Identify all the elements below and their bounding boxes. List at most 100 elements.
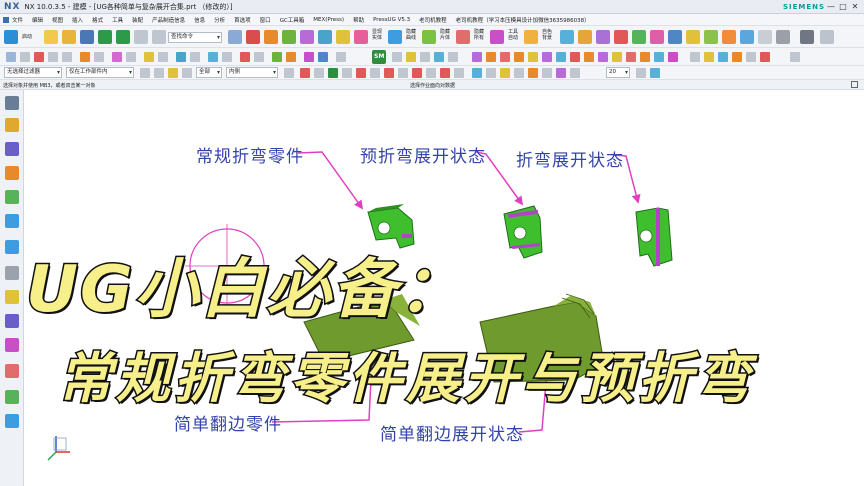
roles-icon[interactable] <box>5 314 19 328</box>
view-13-icon[interactable] <box>640 52 650 62</box>
assembly-navigator-icon[interactable] <box>5 142 19 156</box>
view-12-icon[interactable] <box>626 52 636 62</box>
tool-2-icon[interactable] <box>578 30 592 44</box>
close-button[interactable]: ✕ <box>850 2 860 12</box>
view-11-icon[interactable] <box>612 52 622 62</box>
menu-analysis[interactable]: 分析 <box>214 16 225 24</box>
curve-12-icon[interactable] <box>318 52 328 62</box>
menu-edit[interactable]: 编辑 <box>32 16 43 24</box>
show-solid-label[interactable]: 显现实体 <box>370 29 384 41</box>
menu-information[interactable]: 信息 <box>194 16 205 24</box>
curve-4-icon[interactable] <box>190 52 200 62</box>
view-22-icon[interactable] <box>790 52 800 62</box>
line-icon[interactable] <box>20 52 30 62</box>
sm-4-icon[interactable] <box>434 52 444 62</box>
snap-5-icon[interactable] <box>342 68 352 78</box>
filter-2-icon[interactable] <box>154 68 164 78</box>
tool-1-icon[interactable] <box>560 30 574 44</box>
render-7-icon[interactable] <box>556 68 566 78</box>
view-17-icon[interactable] <box>704 52 714 62</box>
layout-icon[interactable] <box>800 30 814 44</box>
sm-2-icon[interactable] <box>406 52 416 62</box>
hide-sheet-icon[interactable] <box>422 30 436 44</box>
window-icon[interactable] <box>820 30 834 44</box>
view-19-icon[interactable] <box>732 52 742 62</box>
assembly-filter-dropdown[interactable]: 全部 <box>196 67 222 78</box>
view-3-icon[interactable] <box>500 52 510 62</box>
tool-auto-label[interactable]: 工具自动 <box>506 29 520 41</box>
curve-1-icon[interactable] <box>144 52 154 62</box>
web-browser-icon[interactable] <box>5 214 19 228</box>
render-6-icon[interactable] <box>542 68 552 78</box>
show-solid-icon[interactable] <box>354 30 368 44</box>
app-menu-icon[interactable] <box>3 16 9 23</box>
menu-file[interactable]: 文件 <box>12 16 23 24</box>
selection-scope-dropdown[interactable]: 仅在工作部件内 <box>66 67 134 78</box>
tool-8-icon[interactable] <box>686 30 700 44</box>
cut-icon[interactable] <box>134 30 148 44</box>
process-studio-icon[interactable] <box>5 290 19 304</box>
snap-9-icon[interactable] <box>398 68 408 78</box>
sm-1-icon[interactable] <box>392 52 402 62</box>
hide-all-label[interactable]: 隐藏所有 <box>472 29 486 41</box>
curve-13-icon[interactable] <box>336 52 346 62</box>
view-9-icon[interactable] <box>584 52 594 62</box>
menu-tutorial[interactable]: 老司机教程 <box>419 16 447 24</box>
view-7-icon[interactable] <box>556 52 566 62</box>
part-navigator-icon[interactable] <box>5 118 19 132</box>
minimize-button[interactable]: — <box>826 2 836 12</box>
start-label[interactable]: 启动 <box>22 34 32 40</box>
zoom-dropdown[interactable]: 20 <box>606 67 630 78</box>
sheet-metal-label[interactable]: SM <box>374 54 384 60</box>
tool-12-icon[interactable] <box>758 30 772 44</box>
tool-5-icon[interactable] <box>632 30 646 44</box>
mirror-icon[interactable] <box>126 52 136 62</box>
snap-8-icon[interactable] <box>384 68 394 78</box>
trim-icon[interactable] <box>94 52 104 62</box>
command-finder-input[interactable]: 查找命令 <box>168 32 222 43</box>
settings-icon[interactable] <box>5 414 19 428</box>
view-10-icon[interactable] <box>598 52 608 62</box>
maximize-button[interactable]: □ <box>838 2 848 12</box>
menu-gc-toolkit[interactable]: GC工具箱 <box>280 16 305 24</box>
offset-icon[interactable] <box>80 52 90 62</box>
system-scene-icon[interactable] <box>5 338 19 352</box>
menu-preferences[interactable]: 首选项 <box>234 16 251 24</box>
render-4-icon[interactable] <box>514 68 524 78</box>
snap-12-icon[interactable] <box>440 68 450 78</box>
hd3d-tools-icon[interactable] <box>5 364 19 378</box>
snap-6-icon[interactable] <box>356 68 366 78</box>
circle-icon[interactable] <box>48 52 58 62</box>
history-icon[interactable] <box>5 240 19 254</box>
render-2-icon[interactable] <box>486 68 496 78</box>
palette-icon[interactable] <box>5 390 19 404</box>
menu-pressug[interactable]: PressUG V5.3 <box>373 17 410 23</box>
sketch-icon[interactable] <box>228 30 242 44</box>
tool-13-icon[interactable] <box>776 30 790 44</box>
undo-icon[interactable] <box>98 30 112 44</box>
render-5-icon[interactable] <box>528 68 538 78</box>
save-icon[interactable] <box>80 30 94 44</box>
view-20-icon[interactable] <box>746 52 756 62</box>
filter-4-icon[interactable] <box>182 68 192 78</box>
new-file-icon[interactable] <box>44 30 58 44</box>
tool-3-icon[interactable] <box>596 30 610 44</box>
tool-9-icon[interactable] <box>704 30 718 44</box>
constraint-navigator-icon[interactable] <box>5 166 19 180</box>
feature-icon[interactable] <box>246 30 260 44</box>
rectangle-icon[interactable] <box>62 52 72 62</box>
menu-tools[interactable]: 工具 <box>112 16 123 24</box>
filter-3-icon[interactable] <box>168 68 178 78</box>
system-materials-icon[interactable] <box>5 266 19 280</box>
snap-dropdown[interactable]: 内侧 <box>226 67 278 78</box>
view-6-icon[interactable] <box>542 52 552 62</box>
view-4-icon[interactable] <box>514 52 524 62</box>
view-16-icon[interactable] <box>690 52 700 62</box>
filter-1-icon[interactable] <box>140 68 150 78</box>
sm-3-icon[interactable] <box>420 52 430 62</box>
render-10-icon[interactable] <box>650 68 660 78</box>
extrude-icon[interactable] <box>264 30 278 44</box>
snap-1-icon[interactable] <box>284 68 294 78</box>
snap-2-icon[interactable] <box>300 68 310 78</box>
menu-assembly[interactable]: 装配 <box>132 16 143 24</box>
